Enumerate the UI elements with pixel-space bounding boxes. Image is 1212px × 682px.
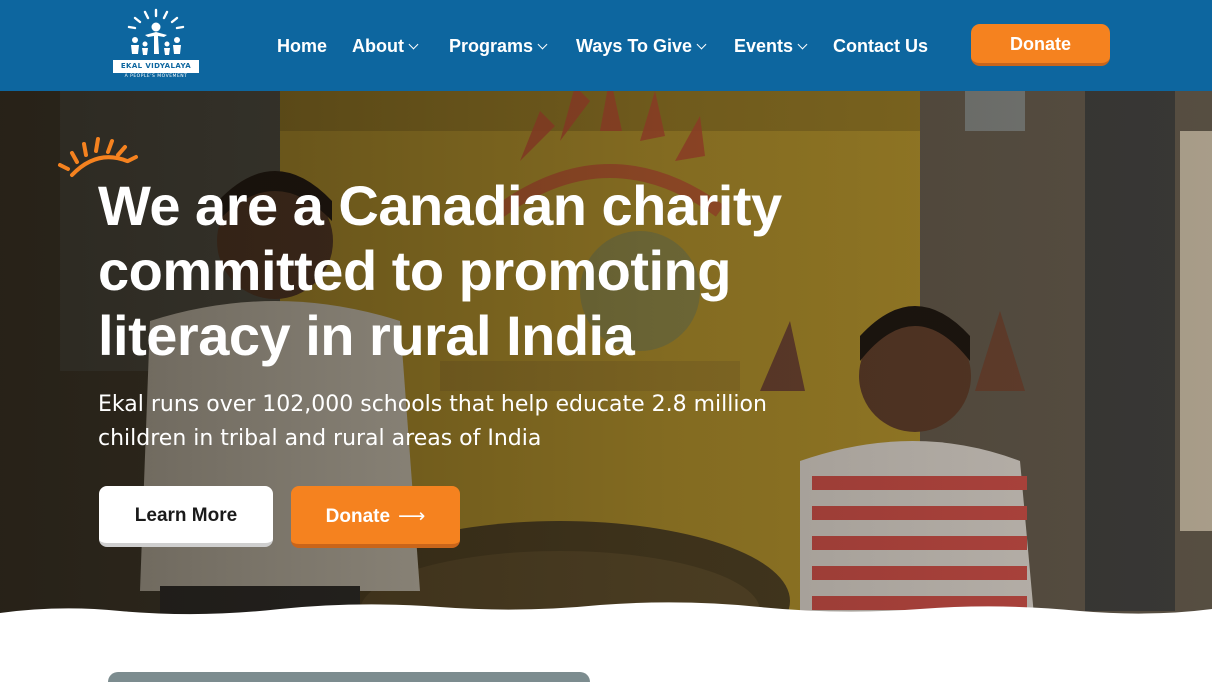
ekal-logo[interactable]: EKAL VIDYALAYA A PEOPLE'S MOVEMENT (111, 8, 201, 82)
chevron-down-icon (537, 39, 548, 50)
header-donate-button[interactable]: Donate (971, 24, 1110, 66)
site-header: EKAL VIDYALAYA A PEOPLE'S MOVEMENT Home … (0, 0, 1212, 91)
nav-item-label: About (352, 36, 404, 56)
hero-section: We are a Canadian charity committed to p… (0, 91, 1212, 682)
learn-more-button[interactable]: Learn More (99, 486, 273, 547)
nav-item-about[interactable]: About (352, 34, 419, 58)
donate-label: Donate (325, 506, 391, 527)
arrow-right-icon: ⟶ (398, 505, 426, 527)
learn-more-label: Learn More (134, 505, 238, 526)
next-section-image (108, 672, 590, 682)
chevron-down-icon (797, 39, 808, 50)
nav-item-home[interactable]: Home (277, 34, 327, 58)
nav-item-label: Events (734, 36, 794, 56)
nav-item-label: Programs (449, 36, 534, 56)
hero-donate-button[interactable]: Donate ⟶ (291, 486, 460, 548)
nav-item-contact-us[interactable]: Contact Us (833, 34, 928, 58)
chevron-down-icon (696, 39, 707, 50)
logo-name: EKAL VIDYALAYA (113, 60, 199, 73)
nav-item-label: Home (277, 36, 328, 56)
nav-item-ways-to-give[interactable]: Ways To Give (576, 34, 707, 58)
wave-divider (0, 602, 1212, 682)
chevron-down-icon (408, 39, 419, 50)
nav-item-programs[interactable]: Programs (449, 34, 548, 58)
hero-subtext: Ekal runs over 102,000 schools that help… (98, 392, 767, 451)
logo-tagline: A PEOPLE'S MOVEMENT (124, 74, 188, 79)
nav-item-label: Ways To Give (576, 36, 693, 56)
nav-item-label: Contact Us (833, 36, 929, 56)
nav-item-events[interactable]: Events (734, 34, 808, 58)
hero-headline: We are a Canadian charity committed to p… (98, 174, 782, 367)
ekal-sun-logo-icon (127, 8, 185, 55)
